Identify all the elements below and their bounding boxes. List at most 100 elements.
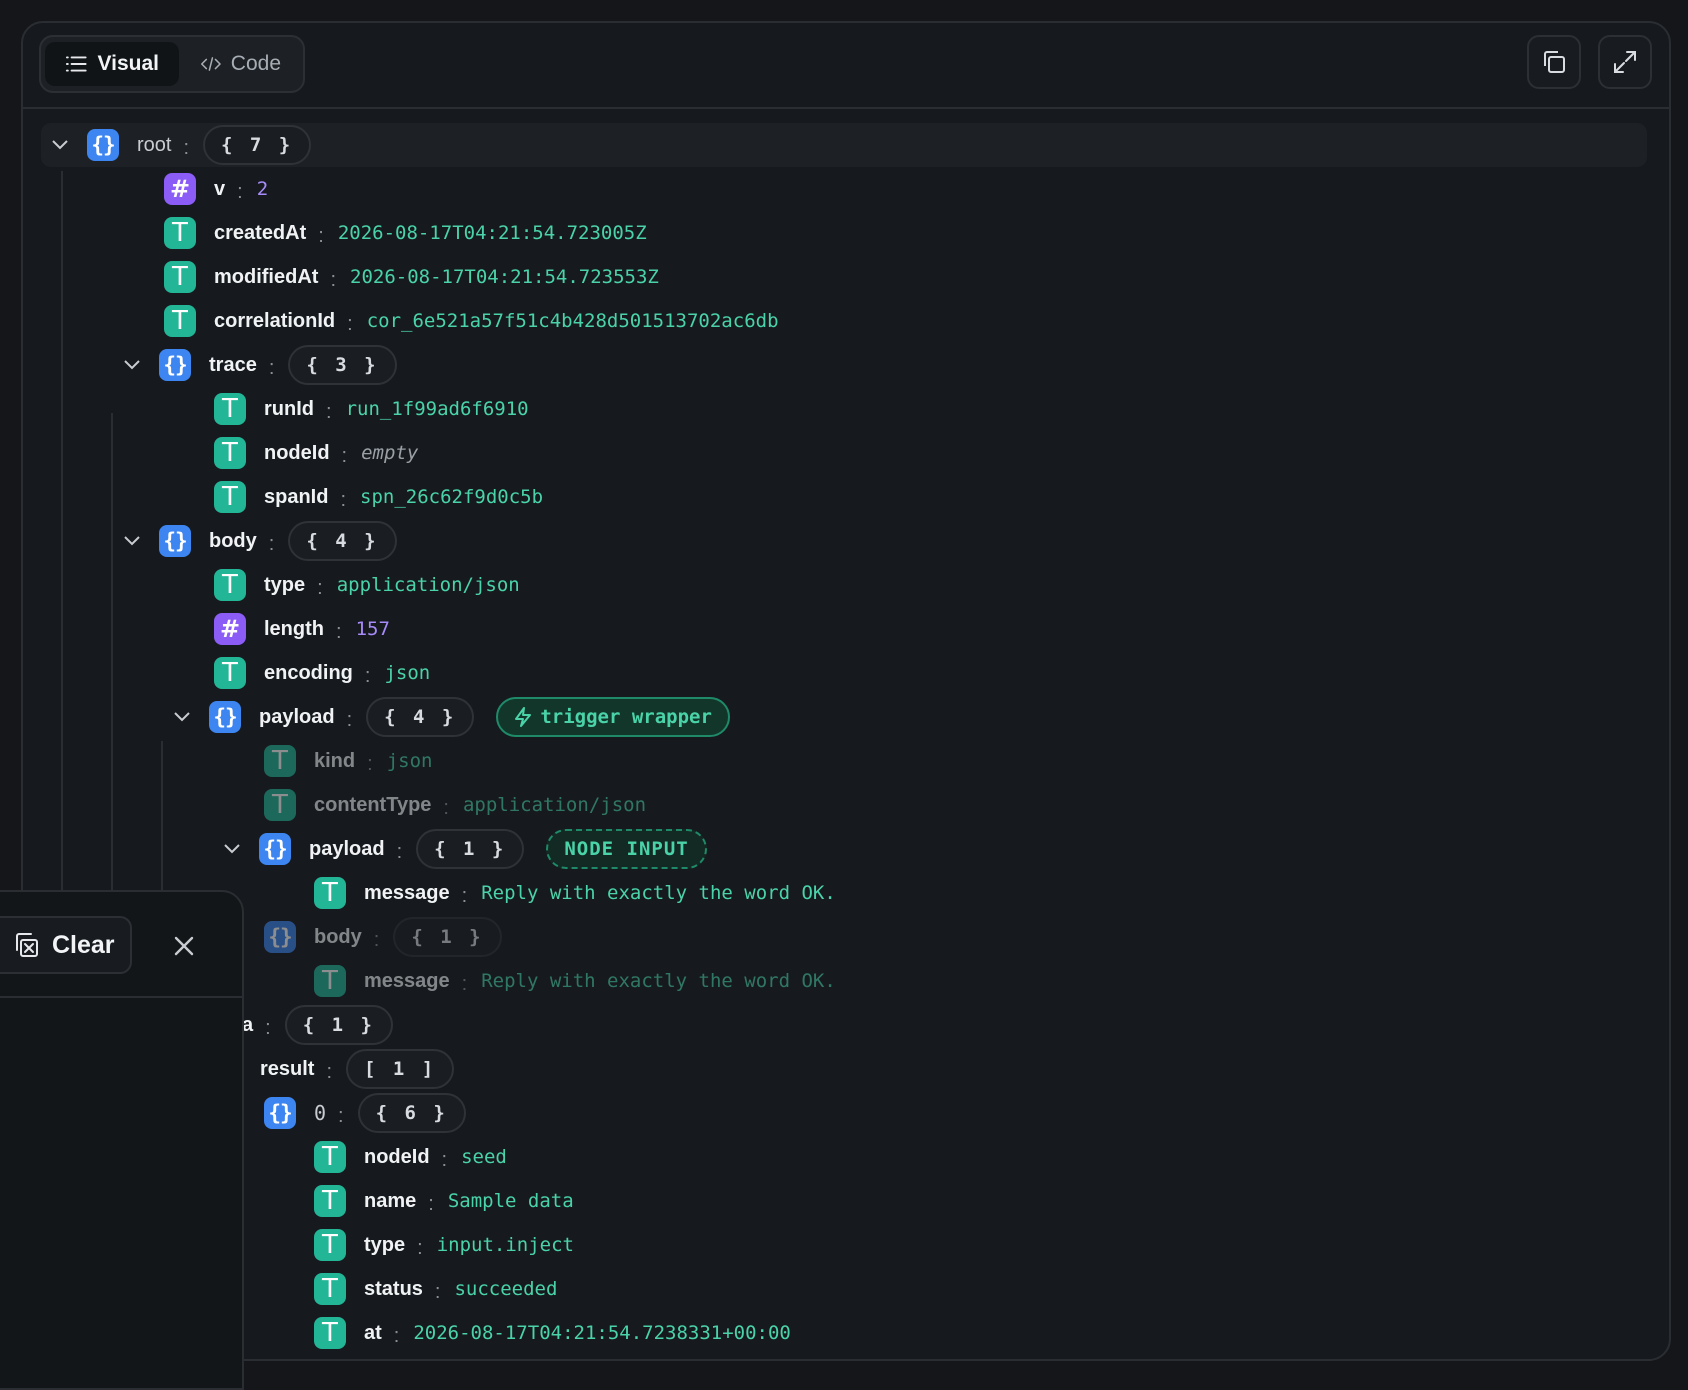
tree-node-length[interactable]: # length : 157 (214, 609, 390, 649)
string-icon: T (314, 1141, 346, 1173)
object-icon: {} (159, 349, 191, 381)
tree-node-body[interactable]: {} body : { 4 } (117, 521, 397, 561)
chevron-down-icon[interactable] (45, 130, 75, 160)
tree-node-nodeId[interactable]: T nodeId : empty (214, 433, 418, 473)
tab-visual-label: Visual (97, 52, 159, 75)
tree-node-payload[interactable]: {} payload : { 4 } trigger wrapper (167, 697, 730, 737)
colon: : (461, 972, 468, 995)
tree-node-inner-body[interactable]: {} body : { 1 } (264, 917, 502, 957)
node-value: succeeded (454, 1278, 558, 1300)
colon: : (364, 664, 371, 687)
count-badge: { 1 } (416, 829, 525, 869)
expand-button[interactable] (1598, 35, 1652, 89)
clear-button[interactable]: Clear (0, 916, 132, 974)
tree-node-type[interactable]: T type : application/json (214, 565, 520, 605)
tree-node-inner-payload[interactable]: {} payload : { 1 } NODE INPUT (217, 829, 707, 869)
colon: : (396, 840, 403, 863)
chevron-down-icon[interactable] (117, 526, 147, 556)
tree-node-type[interactable]: T type : input.inject (314, 1225, 574, 1265)
tree-node-createdAt[interactable]: T createdAt : 2026-08-17T04:21:54.723005… (164, 213, 647, 253)
node-key: status (364, 1277, 423, 1300)
trigger-wrapper-tag: trigger wrapper (496, 697, 730, 737)
colon: : (336, 620, 342, 643)
string-icon: T (314, 965, 346, 997)
chevron-down-icon[interactable] (217, 834, 247, 864)
node-value: run_1f99ad6f6910 (345, 398, 529, 420)
colon: : (461, 884, 468, 907)
tree-node-v[interactable]: # v : 2 (164, 169, 268, 209)
string-icon: T (164, 305, 196, 337)
colon: : (367, 752, 373, 775)
tree-node-item-0[interactable]: {} 0 : { 6 } (264, 1093, 466, 1133)
tree-node-name[interactable]: T name : Sample data (314, 1181, 574, 1221)
tree-node-partial[interactable]: a : { 1 } (242, 1005, 393, 1045)
node-key: message (364, 969, 450, 992)
colon: : (268, 356, 275, 379)
object-icon: {} (259, 833, 291, 865)
node-key: payload (259, 705, 335, 728)
tree-node-message[interactable]: T message : Reply with exactly the word … (314, 873, 836, 913)
tree-node-trace[interactable]: {} trace : { 3 } (117, 345, 397, 385)
tree-node-kind[interactable]: T kind : json (264, 741, 432, 781)
tree-node-root[interactable]: {} root : { 7 } (45, 125, 312, 165)
copy-button[interactable] (1527, 35, 1581, 89)
close-button[interactable] (166, 928, 202, 964)
toolbar: Visual Code (23, 23, 1669, 109)
node-key: message (364, 881, 450, 904)
colon: : (340, 488, 347, 511)
string-icon: T (214, 657, 246, 689)
tree-node-encoding[interactable]: T encoding : json (214, 653, 430, 693)
node-key: root (137, 133, 172, 156)
node-key: 0 (314, 1101, 327, 1125)
tree-node-runId[interactable]: T runId : run_1f99ad6f6910 (214, 389, 529, 429)
colon: : (268, 532, 275, 555)
tree-node-contentType[interactable]: T contentType : application/json (264, 785, 646, 825)
string-icon: T (314, 1273, 346, 1305)
colon: : (318, 224, 324, 247)
colon: : (338, 1104, 344, 1127)
view-tabs: Visual Code (39, 35, 305, 93)
string-icon: T (214, 437, 246, 469)
string-icon: T (264, 745, 296, 777)
node-value: json (386, 750, 433, 772)
trigger-wrapper-label: trigger wrapper (540, 706, 712, 728)
count-badge: [ 1 ] (346, 1049, 455, 1089)
tree-node-status[interactable]: T status : succeeded (314, 1269, 557, 1309)
node-value: 157 (355, 618, 390, 640)
count-badge: { 1 } (393, 917, 502, 957)
colon: : (265, 1016, 271, 1039)
chevron-down-icon[interactable] (167, 702, 197, 732)
node-key: spanId (264, 485, 329, 508)
node-value: Reply with exactly the word OK. (481, 882, 836, 904)
tree-node-message[interactable]: T message : Reply with exactly the word … (314, 961, 836, 1001)
node-value: 2 (256, 178, 269, 200)
node-key: length (264, 617, 324, 640)
colon: : (317, 576, 323, 599)
node-key: v (214, 177, 226, 200)
node-value: application/json (336, 574, 520, 596)
tree-node-spanId[interactable]: T spanId : spn_26c62f9d0c5b (214, 477, 543, 517)
tree-node-at[interactable]: T at : 2026-08-17T04:21:54.7238331+00:00 (314, 1313, 791, 1353)
colon: : (346, 708, 353, 731)
tree-node-result[interactable]: result : [ 1 ] (260, 1049, 455, 1089)
tree-node-modifiedAt[interactable]: T modifiedAt : 2026-08-17T04:21:54.72355… (164, 257, 659, 297)
node-value: Reply with exactly the word OK. (481, 970, 836, 992)
node-value: 2026-08-17T04:21:54.7238331+00:00 (413, 1322, 791, 1344)
string-icon: T (264, 789, 296, 821)
colon: : (417, 1236, 423, 1259)
colon: : (183, 136, 190, 159)
node-value: Sample data (447, 1190, 574, 1212)
node-key: body (314, 925, 362, 948)
tab-code[interactable]: Code (181, 42, 301, 86)
code-icon (201, 57, 221, 71)
tree-node-correlationId[interactable]: T correlationId : cor_6e521a57f51c4b428d… (164, 301, 779, 341)
string-icon: T (214, 393, 246, 425)
chevron-down-icon[interactable] (117, 350, 147, 380)
string-icon: T (314, 1185, 346, 1217)
tab-visual[interactable]: Visual (45, 42, 179, 86)
node-key: type (264, 573, 306, 596)
lightning-icon (515, 707, 532, 727)
node-key: kind (314, 749, 356, 772)
node-key: body (209, 529, 257, 552)
tree-node-nodeId[interactable]: T nodeId : seed (314, 1137, 507, 1177)
